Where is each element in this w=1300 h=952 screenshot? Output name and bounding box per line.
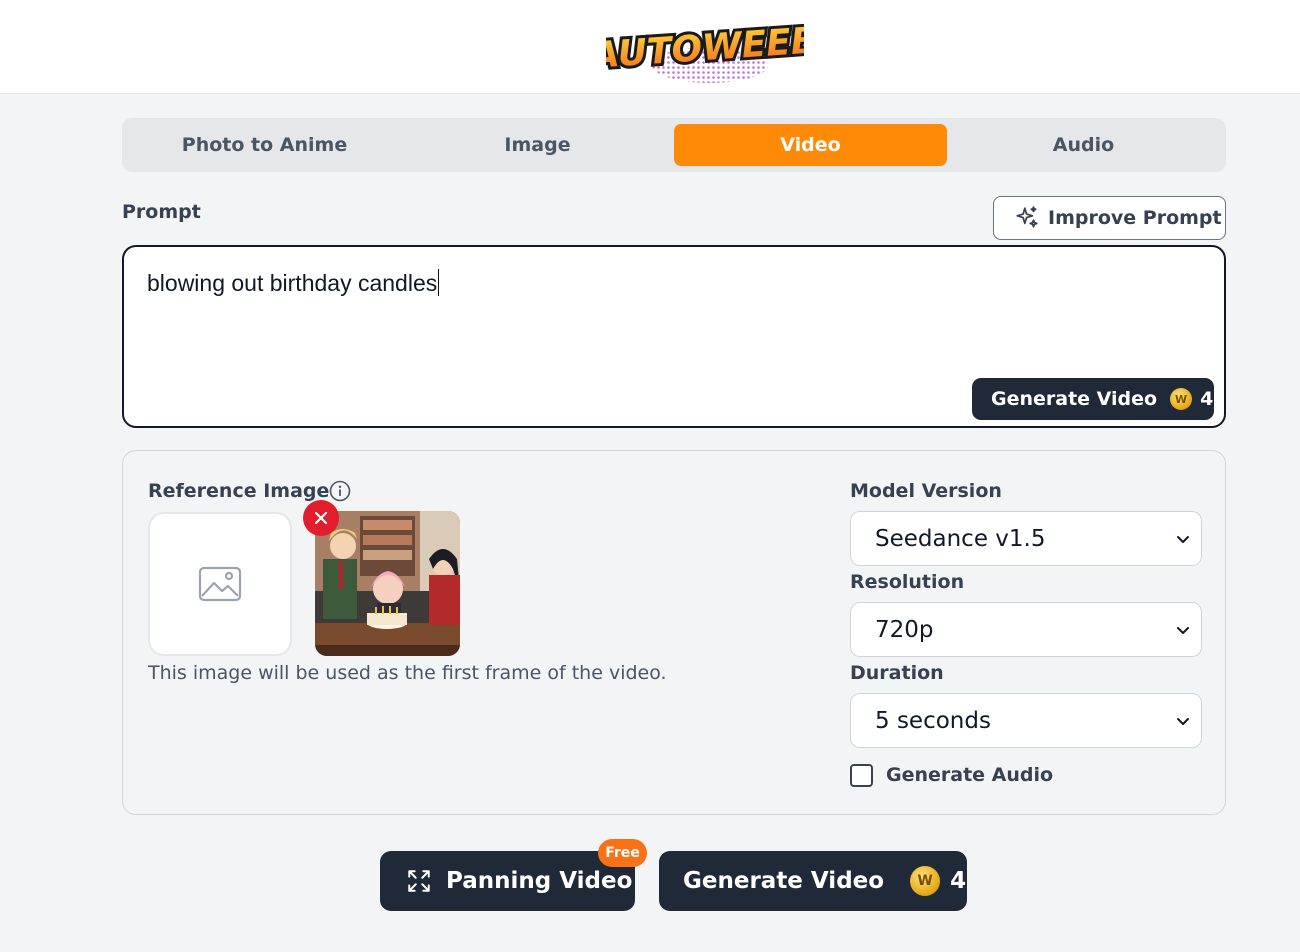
model-version-value: Seedance v1.5 [875, 525, 1046, 552]
chevron-down-icon [1177, 536, 1189, 543]
prompt-label: Prompt [122, 201, 201, 223]
model-version-label: Model Version [850, 480, 1002, 502]
generate-video-button[interactable]: Generate Video W 4 [659, 851, 967, 911]
model-version-select[interactable]: Seedance v1.5 [850, 511, 1202, 566]
resolution-label: Resolution [850, 571, 965, 593]
panning-video-label: Panning Video [446, 868, 633, 894]
duration-value: 5 seconds [875, 707, 991, 734]
close-icon [314, 511, 328, 525]
resolution-value: 720p [875, 616, 934, 643]
free-badge: Free [598, 839, 647, 867]
text-caret [438, 269, 440, 296]
generate-cost: 4 [1200, 388, 1214, 410]
resolution-select[interactable]: 720p [850, 602, 1202, 657]
coin-icon: W [1170, 388, 1193, 410]
expand-icon [408, 870, 430, 892]
chevron-down-icon [1177, 718, 1189, 725]
upload-image-slot[interactable] [148, 512, 292, 656]
options-panel: Reference Image This image will be used … [122, 450, 1226, 815]
header: AUTOWEEB AUTOWEEB [0, 0, 1300, 94]
coin-icon: W [910, 866, 941, 896]
chevron-down-icon [1177, 627, 1189, 634]
duration-select[interactable]: 5 seconds [850, 693, 1202, 748]
improve-prompt-label: Improve Prompt [1048, 207, 1222, 229]
prompt-input[interactable]: blowing out birthday candles Generate Vi… [122, 245, 1226, 428]
reference-image-thumbnail [315, 511, 460, 656]
image-placeholder-icon [198, 566, 242, 602]
mode-tabs: Photo to Anime Image Video Audio [122, 118, 1226, 172]
autoweeb-logo[interactable]: AUTOWEEB AUTOWEEB [606, 10, 804, 86]
generate-video-cost: 4 [950, 868, 967, 894]
generate-video-label: Generate Video [683, 868, 885, 894]
generate-audio-checkbox[interactable] [850, 764, 873, 787]
tab-photo-to-anime[interactable]: Photo to Anime [128, 124, 401, 166]
generate-video-inline-button[interactable]: Generate Video W 4 [972, 378, 1214, 420]
panning-video-button[interactable]: Panning Video [380, 851, 635, 911]
duration-label: Duration [850, 662, 944, 684]
tab-video[interactable]: Video [674, 124, 947, 166]
improve-prompt-button[interactable]: Improve Prompt [993, 196, 1226, 240]
svg-text:AUTOWEEB: AUTOWEEB [606, 20, 804, 77]
sparkles-icon [1016, 206, 1038, 228]
generate-audio-label[interactable]: Generate Audio [886, 764, 1053, 786]
reference-image-note: This image will be used as the first fra… [148, 662, 667, 684]
tab-image[interactable]: Image [401, 124, 674, 166]
prompt-text: blowing out birthday candles [147, 270, 438, 296]
info-icon[interactable] [329, 480, 351, 502]
reference-image-label: Reference Image [148, 480, 330, 502]
generate-video-inline-label: Generate Video [991, 388, 1158, 410]
tab-audio[interactable]: Audio [947, 124, 1220, 166]
remove-image-button[interactable] [303, 500, 339, 536]
